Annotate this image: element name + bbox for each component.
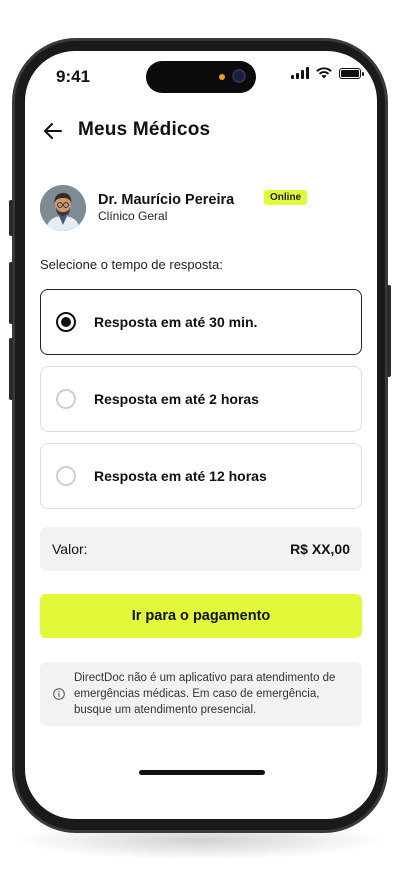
back-arrow-icon[interactable] [41,119,65,143]
option-label: Resposta em até 30 min. [94,314,258,330]
page-title: Meus Médicos [78,119,211,140]
notice-text: DirectDoc não é um aplicativo para atend… [74,672,336,716]
power-button [387,285,391,377]
wifi-icon [316,67,332,79]
response-option-30min[interactable]: Resposta em até 30 min. [40,289,362,355]
price-label: Valor: [52,541,88,557]
status-icons [291,67,364,79]
price-value: R$ XX,00 [290,541,350,557]
battery-icon [339,67,364,79]
privacy-indicator-icon [219,74,225,80]
emergency-notice: DirectDoc não é um aplicativo para atend… [40,662,362,726]
doctor-specialty: Clínico Geral [98,209,168,223]
camera-icon [232,69,246,83]
status-time: 9:41 [56,67,91,86]
doctor-name: Dr. Maurício Pereira [98,192,235,208]
doctor-avatar [40,185,86,231]
volume-down-button [9,338,13,400]
response-option-2h[interactable]: Resposta em até 2 horas [40,366,362,432]
response-time-label: Selecione o tempo de resposta: [40,257,223,272]
online-status-badge: Online [264,190,308,205]
radio-unselected-icon[interactable] [56,389,76,409]
option-label: Resposta em até 12 horas [94,468,267,484]
price-summary: Valor: R$ XX,00 [40,527,362,571]
info-icon [53,688,65,700]
go-to-payment-button[interactable]: Ir para o pagamento [40,594,362,638]
action-button [9,200,13,236]
dynamic-island [146,61,256,93]
option-label: Resposta em até 2 horas [94,391,259,407]
cellular-signal-icon [291,67,309,79]
volume-up-button [9,262,13,324]
radio-unselected-icon[interactable] [56,466,76,486]
home-indicator[interactable] [139,770,265,775]
radio-selected-icon[interactable] [56,312,76,332]
response-option-12h[interactable]: Resposta em até 12 horas [40,443,362,509]
app-screen: 9:41 Meus Médicos Dr. Maurício Pereira C… [25,51,377,819]
